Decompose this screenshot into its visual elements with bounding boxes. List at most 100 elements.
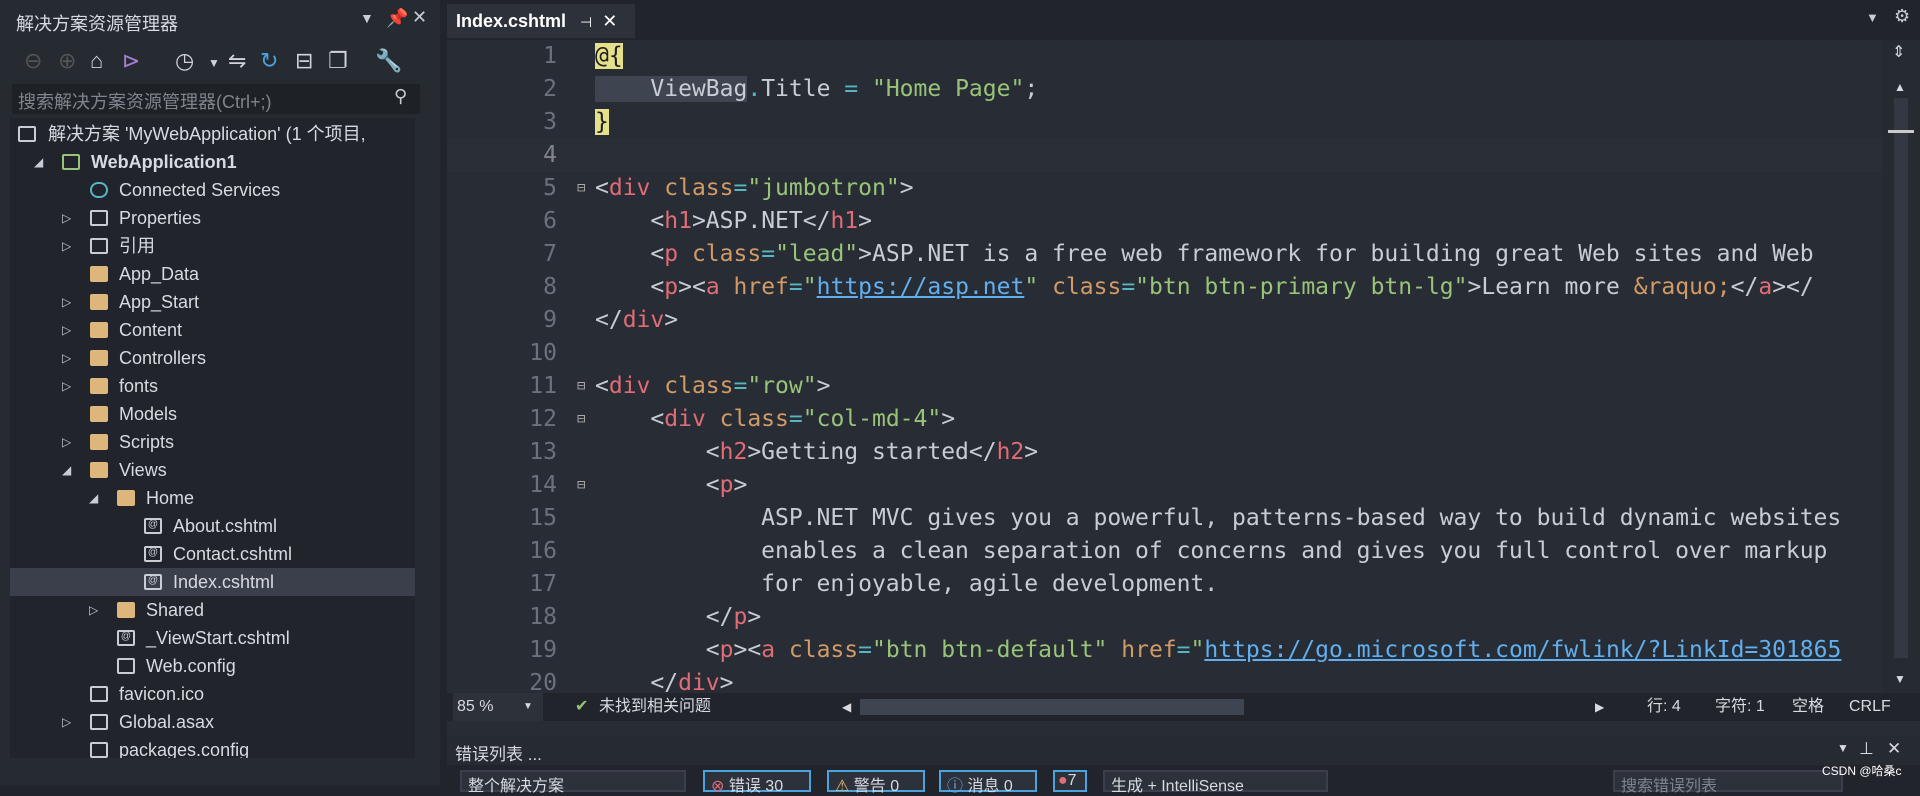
explorer-search-input[interactable]: 搜索解决方案资源管理器(Ctrl+;): [12, 84, 420, 114]
issues-status[interactable]: 未找到相关问题: [599, 693, 711, 721]
code-line[interactable]: 6 <h1>ASP.NET</h1>: [447, 205, 1882, 238]
tree-item[interactable]: packages.config: [10, 736, 415, 758]
source-select[interactable]: 生成 + IntelliSense: [1103, 770, 1328, 795]
collapsed-arrow-icon[interactable]: ▷: [62, 708, 71, 736]
code-line[interactable]: 1 @{: [447, 40, 1882, 73]
scroll-down-icon[interactable]: ▼: [1894, 672, 1906, 686]
code-token[interactable]: https://go.microsoft.com/fwlink/?LinkId=…: [1204, 637, 1841, 663]
settings-gear-icon[interactable]: ⚙: [1894, 6, 1910, 27]
code-line[interactable]: 16 enables a clean separation of concern…: [447, 535, 1882, 568]
expanded-arrow-icon[interactable]: ◢: [89, 484, 98, 512]
zoom-select[interactable]: 85 % ▼: [453, 693, 543, 721]
code-line[interactable]: 15 ASP.NET MVC gives you a powerful, pat…: [447, 502, 1882, 535]
close-tab-icon[interactable]: ✕: [602, 11, 617, 31]
expanded-arrow-icon[interactable]: ◢: [34, 148, 43, 176]
warnings-filter-button[interactable]: ⚠ 警告 0: [827, 770, 925, 795]
error-search-input[interactable]: 搜索错误列表: [1613, 770, 1843, 795]
code-line[interactable]: 19 <p><a class="btn btn-default" href="h…: [447, 634, 1882, 667]
tree-item[interactable]: ▷ Properties: [10, 204, 415, 232]
editor-vertical-scrollbar[interactable]: ⇕ ▲ ▼: [1882, 40, 1920, 695]
errors-filter-button[interactable]: ⊗ 错误 30: [703, 770, 811, 795]
code-line[interactable]: 20 </div>: [447, 667, 1882, 695]
tree-item[interactable]: ◢ Views: [10, 456, 415, 484]
code-token[interactable]: https://asp.net: [817, 274, 1025, 300]
code-line[interactable]: 14 ⊟ <p>: [447, 469, 1882, 502]
tree-item[interactable]: Models: [10, 400, 415, 428]
collapsed-arrow-icon[interactable]: ▷: [62, 232, 71, 260]
code-line[interactable]: 11 ⊟ <div class="row">: [447, 370, 1882, 403]
code-line[interactable]: 5 ⊟ <div class="jumbotron">: [447, 172, 1882, 205]
line-indicator[interactable]: 行: 4: [1647, 693, 1681, 721]
indent-indicator[interactable]: 空格: [1792, 693, 1824, 721]
filter-button[interactable]: ●7: [1053, 770, 1087, 792]
tree-item[interactable]: ◢ WebApplication1: [10, 148, 415, 176]
back-icon[interactable]: ⊖: [24, 48, 42, 74]
code-line[interactable]: 2 ViewBag.Title = "Home Page";: [447, 73, 1882, 106]
tree-item[interactable]: ▷ Scripts: [10, 428, 415, 456]
dropdown-icon[interactable]: ▼: [360, 10, 374, 26]
code-line[interactable]: 8 <p><a href="https://asp.net" class="bt…: [447, 271, 1882, 304]
tree-item[interactable]: ▷ App_Start: [10, 288, 415, 316]
refresh-icon[interactable]: ↻: [260, 48, 278, 74]
split-icon[interactable]: ⇕: [1892, 42, 1905, 62]
scroll-right-icon[interactable]: ▶: [1595, 693, 1604, 721]
properties-wrench-icon[interactable]: 🔧: [375, 48, 402, 74]
vs-switch-view-icon[interactable]: ⊳: [122, 48, 140, 74]
close-icon[interactable]: ✕: [412, 7, 427, 28]
pin-icon[interactable]: ⊣: [580, 14, 592, 30]
collapsed-arrow-icon[interactable]: ▷: [62, 344, 71, 372]
tree-item[interactable]: Web.config: [10, 652, 415, 680]
code-line[interactable]: 13 <h2>Getting started</h2>: [447, 436, 1882, 469]
collapsed-arrow-icon[interactable]: ▷: [62, 428, 71, 456]
tree-item[interactable]: 解决方案 'MyWebApplication' (1 个项目,: [10, 120, 415, 148]
fold-toggle-icon[interactable]: ⊟: [577, 469, 585, 502]
expanded-arrow-icon[interactable]: ◢: [62, 456, 71, 484]
tree-item[interactable]: ▷ Global.asax: [10, 708, 415, 736]
tab-dropdown-icon[interactable]: ▼: [1866, 10, 1879, 25]
scroll-up-icon[interactable]: ▲: [1894, 80, 1906, 94]
show-all-files-icon[interactable]: ❐: [328, 48, 348, 74]
tree-item[interactable]: ▷ Shared: [10, 596, 415, 624]
collapsed-arrow-icon[interactable]: ▷: [62, 372, 71, 400]
collapsed-arrow-icon[interactable]: ▷: [62, 316, 71, 344]
tree-item[interactable]: ▷ fonts: [10, 372, 415, 400]
tab-index-cshtml[interactable]: Index.cshtml ⊣ ✕: [447, 4, 635, 38]
horizontal-scroll-thumb[interactable]: [860, 699, 1244, 715]
scope-select[interactable]: 整个解决方案: [460, 770, 686, 795]
code-line[interactable]: 18 </p>: [447, 601, 1882, 634]
tree-item[interactable]: Connected Services: [10, 176, 415, 204]
tree-item[interactable]: App_Data: [10, 260, 415, 288]
tree-item[interactable]: @ Index.cshtml: [10, 568, 415, 596]
tree-item[interactable]: ◢ Home: [10, 484, 415, 512]
scroll-left-icon[interactable]: ◀: [842, 693, 851, 721]
code-line[interactable]: 17 for enjoyable, agile development.: [447, 568, 1882, 601]
code-line[interactable]: 12 ⊟ <div class="col-md-4">: [447, 403, 1882, 436]
sync-icon[interactable]: ⇋: [228, 48, 246, 74]
code-line[interactable]: 7 <p class="lead">ASP.NET is a free web …: [447, 238, 1882, 271]
tree-item[interactable]: @ Contact.cshtml: [10, 540, 415, 568]
pin-icon[interactable]: 📌: [386, 8, 408, 29]
tree-item[interactable]: ▷ 引用: [10, 232, 415, 260]
collapse-all-icon[interactable]: ⊟: [295, 48, 313, 74]
explorer-vertical-scrollbar[interactable]: [418, 118, 432, 758]
tree-item[interactable]: @ About.cshtml: [10, 512, 415, 540]
scroll-thumb[interactable]: [1894, 98, 1908, 658]
home-icon[interactable]: ⌂: [90, 48, 103, 74]
tree-item[interactable]: ▷ Controllers: [10, 344, 415, 372]
dropdown-icon[interactable]: ▼: [1837, 741, 1849, 755]
char-indicator[interactable]: 字符: 1: [1715, 693, 1765, 721]
code-line[interactable]: 10: [447, 337, 1882, 370]
line-ending-indicator[interactable]: CRLF: [1849, 693, 1891, 721]
close-icon[interactable]: ✕: [1887, 739, 1901, 759]
search-icon[interactable]: ⚲: [394, 86, 407, 107]
tree-item[interactable]: ▷ Content: [10, 316, 415, 344]
collapsed-arrow-icon[interactable]: ▷: [62, 288, 71, 316]
code-line[interactable]: 3}: [447, 106, 1882, 139]
tree-item[interactable]: favicon.ico: [10, 680, 415, 708]
tree-item[interactable]: @ _ViewStart.cshtml: [10, 624, 415, 652]
dropdown-icon[interactable]: ▼: [208, 56, 220, 70]
code-line[interactable]: 9 </div>: [447, 304, 1882, 337]
messages-filter-button[interactable]: ⓘ 消息 0: [939, 770, 1037, 795]
collapsed-arrow-icon[interactable]: ▷: [89, 596, 98, 624]
pending-changes-icon[interactable]: ◷: [175, 48, 194, 74]
